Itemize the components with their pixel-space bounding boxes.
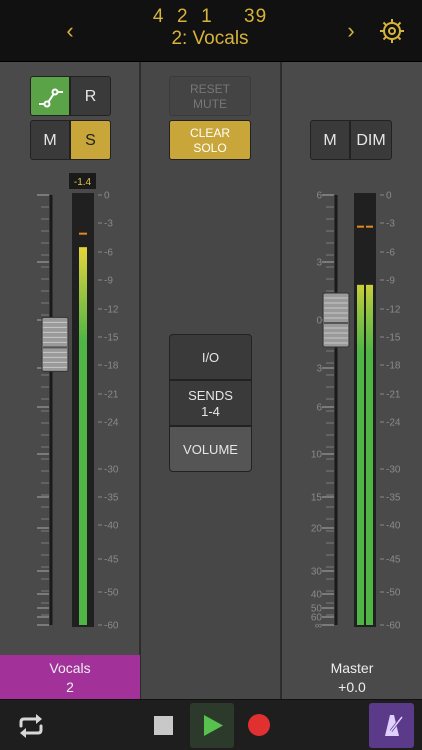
play-button[interactable] [190,703,234,748]
stop-icon[interactable] [154,716,173,735]
solo-button[interactable]: S [70,120,111,160]
meter-tick-label: -50 [104,588,119,599]
mute-button[interactable]: M [30,120,70,160]
meter-tick-label: -15 [104,333,119,344]
meter-scale: 0 -3 -6 -9 -12 -15 -18 -21 -24 -30 -35 -40 -45 -50 -60 [98,191,119,632]
meter-bar [79,247,87,625]
fader-tick-label: 3 [316,364,322,375]
sends-view-button[interactable]: SENDS 1-4 [169,380,252,426]
fader-tick-label: 40 [311,590,323,601]
global-controls: RESET MUTE CLEAR SOLO I/O SENDS 1-4 VOLU… [141,62,281,699]
read-automation-button[interactable]: R [70,76,111,116]
fader-tick-label: 6 [316,191,322,202]
meter-tick-label: -3 [386,219,395,230]
meter-tick-label: -18 [386,361,401,372]
meter-tick-label: -18 [104,361,119,372]
meter-tick-label: -6 [386,248,395,259]
reset-mute-button[interactable]: RESET MUTE [169,76,251,116]
automation-curve-icon [39,88,63,108]
fader-cap-body [41,316,69,372]
clear-solo-label: CLEAR SOLO [189,126,230,155]
master-value: +0.0 [338,679,366,695]
vocals-track-label[interactable]: Vocals 2 [0,655,140,699]
fader-cap-body [322,292,350,348]
vocals-channel-strip: R M S -1.4 0 -3 -6 -9 -12 -15 -18 -21 -24 -30 -35-… [0,62,140,699]
loop-icon[interactable] [15,712,47,740]
metronome-icon [385,715,404,736]
meter-bar-right [366,284,373,625]
chevron-left-icon[interactable]: ‹ [55,18,85,44]
meter-tick-label: -12 [386,305,401,316]
metronome-button[interactable] [369,703,414,748]
meter-bar-left [357,284,364,625]
fader-tick-label: 30 [311,567,323,578]
top-bar: ‹ 4 2 1 39 2: Vocals › [0,0,422,62]
meter-tick-label: -50 [386,588,401,599]
meter-tick-label: -21 [386,390,401,401]
fader-tick-label: 20 [311,524,323,535]
play-icon [204,715,223,736]
meter-tick-label: -24 [104,418,119,429]
chevron-right-icon[interactable]: › [336,18,366,44]
automation-button[interactable] [30,76,70,116]
meter-tick-label: -35 [104,493,119,504]
meter-tick-label: -35 [386,493,401,504]
master-fader-meter: 6303610152030405060∞ 0-3-6-9-12-15-18-21… [311,191,401,632]
master-channel-strip: M DIM 6 3 0 3 6 10 15 20 30 40 50 60 ∞ 0 -3 -6 -9 -12 -15… [282,62,422,699]
fader-tick-label: ∞ [315,621,322,632]
master-meter-scale: 0 -3 -6 -9 -12 -15 -18 -21 -24 -30 -35 -40 -45 -50 -60 [380,191,401,632]
meter-tick-label: -9 [104,276,113,287]
master-track-label[interactable]: Master +0.0 [282,655,422,699]
meter-tick-label: -40 [104,521,119,532]
volume-view-button[interactable]: VOLUME [169,426,252,472]
meter-tick-label: -30 [386,465,401,476]
meter-tick-label: -30 [104,465,119,476]
position-readout[interactable]: 4 2 1 39 [120,6,300,28]
fader-tick-label: 0 [316,316,322,327]
vocals-fader-meter: -1.4 0 -3 -6 -9 -12 -15 -18 -21 -24 -30 -35 -40 -45 -… [37,173,119,632]
fader-tick-label: 3 [316,258,322,269]
meter-tick-label: -45 [104,555,119,566]
peak-hold-marker-left [357,225,364,228]
sends-label: SENDS 1-4 [188,388,233,419]
peak-hold-marker [79,232,87,235]
meter-tick-label: -21 [104,390,119,401]
track-number: 2 [66,679,74,695]
meter-tick-label: -40 [386,521,401,532]
peak-hold-marker-right [366,225,373,228]
record-icon[interactable] [248,714,270,736]
meter-tick-label: -60 [104,621,119,632]
track-title[interactable]: 2: Vocals [100,28,320,50]
io-view-button[interactable]: I/O [169,334,252,380]
meter-tick-label: -15 [386,333,401,344]
clear-solo-button[interactable]: CLEAR SOLO [169,120,251,160]
meter-tick-label: -60 [386,621,401,632]
meter-tick-label: -9 [386,276,395,287]
meter-tick-label: 0 [104,191,110,202]
master-name: Master [330,660,374,676]
meter-tick-label: -3 [104,219,113,230]
peak-readout: -1.4 [74,177,92,188]
volume-fader-handle[interactable] [41,316,69,372]
fader-tick-label: 10 [311,450,323,461]
track-name: Vocals [49,660,91,676]
master-mute-button[interactable]: M [310,120,350,160]
gear-icon[interactable] [378,17,406,45]
fader-scale [37,194,49,626]
meter-tick-label: -12 [104,305,119,316]
master-fader-handle[interactable] [322,292,350,348]
meter-tick-label: -6 [104,248,113,259]
dim-button[interactable]: DIM [350,120,392,160]
transport-bar [0,699,422,750]
fader-tick-label: 15 [311,493,323,504]
reset-mute-label: RESET MUTE [189,82,230,111]
fader-tick-label: 6 [316,403,322,414]
meter-tick-label: -24 [386,418,401,429]
meter-tick-label: -45 [386,555,401,566]
master-fader-scale: 6303610152030405060∞ [311,191,334,632]
meter-tick-label: 0 [386,191,392,202]
